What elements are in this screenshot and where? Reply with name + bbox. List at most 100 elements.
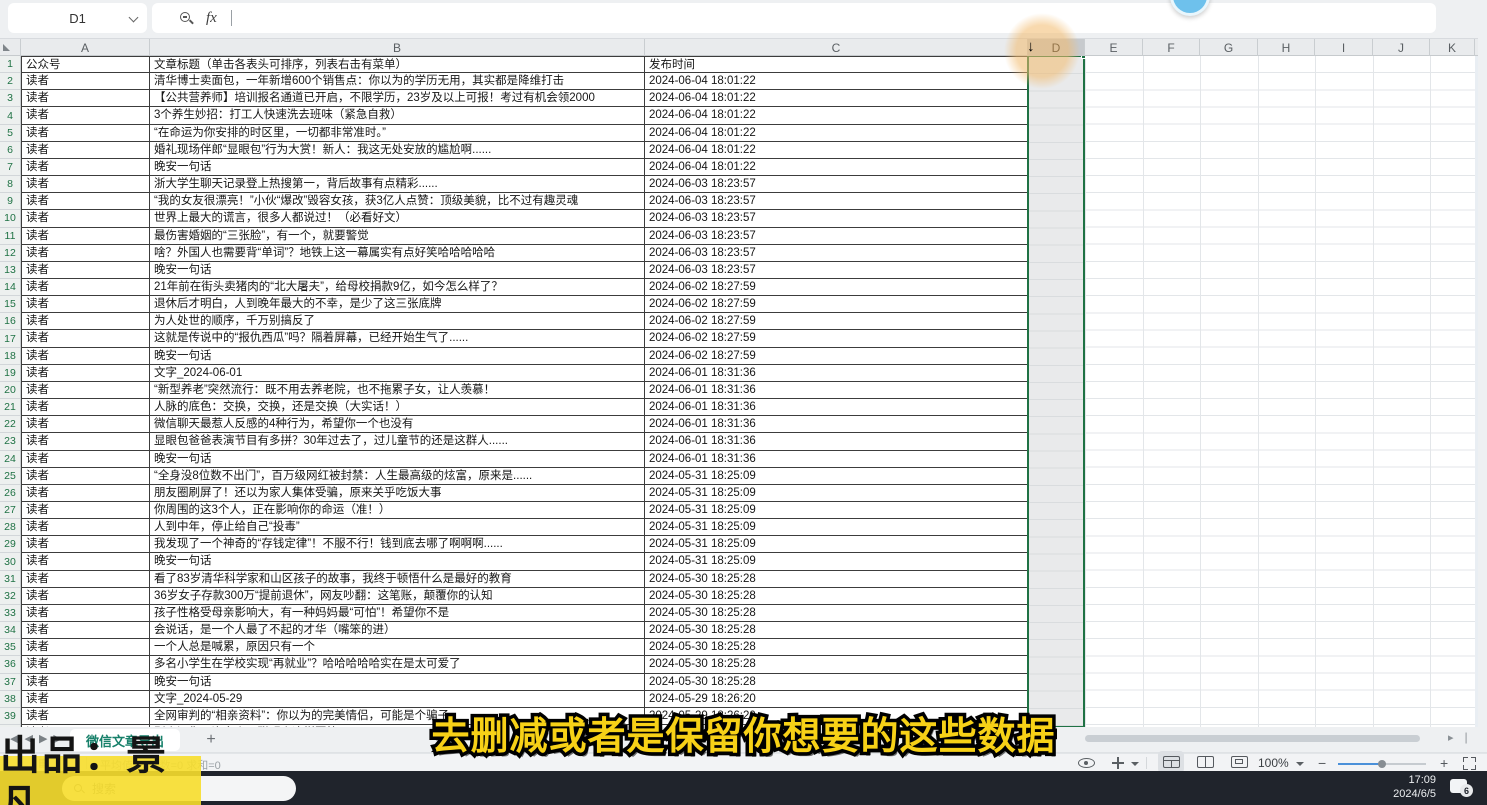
cell-title[interactable]: 晚安一句话 — [150, 553, 645, 570]
row-header-6[interactable]: 6 — [0, 142, 21, 159]
cell-title[interactable]: 多名小学生在学校实现“再就业”？哈哈哈哈哈实在是太可爱了 — [150, 656, 645, 673]
cell-account[interactable]: 读者 — [21, 365, 150, 382]
row-header-16[interactable]: 16 — [0, 313, 21, 330]
cell-title[interactable]: 晚安一句话 — [150, 451, 645, 468]
cell-account[interactable]: 读者 — [21, 571, 150, 588]
search-icon[interactable] — [180, 12, 192, 24]
cell-account[interactable]: 读者 — [21, 279, 150, 296]
cell-publish-time[interactable]: 2024-06-03 18:23:57 — [645, 193, 1028, 210]
cell-account[interactable]: 读者 — [21, 348, 150, 365]
tray-clock[interactable]: 17:09 2024/6/5 — [1378, 774, 1436, 801]
row-header-21[interactable]: 21 — [0, 399, 21, 416]
row-header-29[interactable]: 29 — [0, 536, 21, 553]
reading-mode-eye-icon[interactable] — [1078, 758, 1095, 768]
add-sheet-button[interactable]: + — [200, 729, 222, 751]
column-header-c[interactable]: C — [645, 39, 1028, 56]
column-header-e[interactable]: E — [1085, 39, 1143, 56]
row-header-32[interactable]: 32 — [0, 588, 21, 605]
row-header-15[interactable]: 15 — [0, 296, 21, 313]
cell-title[interactable]: 清华博士卖面包，一年新增600个销售点：你以为的学历无用，其实都是降维打击 — [150, 73, 645, 90]
cell-account[interactable]: 读者 — [21, 536, 150, 553]
cell-publish-time[interactable]: 2024-06-02 18:27:59 — [645, 348, 1028, 365]
cell-account[interactable]: 读者 — [21, 622, 150, 639]
row-header-25[interactable]: 25 — [0, 468, 21, 485]
pan-tool-icon[interactable] — [1112, 757, 1124, 769]
cell-publish-time[interactable]: 2024-05-30 18:25:28 — [645, 656, 1028, 673]
hscroll-arrows[interactable]: ▸❘ — [1448, 731, 1479, 744]
cell-publish-time[interactable]: 2024-06-02 18:27:59 — [645, 313, 1028, 330]
cell-publish-time[interactable]: 2024-05-29 18:26:20 — [645, 708, 1028, 725]
cell-account[interactable]: 读者 — [21, 416, 150, 433]
cell-publish-time[interactable]: 2024-06-03 18:23:57 — [645, 262, 1028, 279]
cell-account[interactable]: 读者 — [21, 262, 150, 279]
cell-title[interactable]: 最伤害婚姻的“三张脸”，有一个，就要警觉 — [150, 228, 645, 245]
column-header-b[interactable]: B — [150, 39, 645, 56]
row-header-26[interactable]: 26 — [0, 485, 21, 502]
row-header-23[interactable]: 23 — [0, 433, 21, 450]
cell-account[interactable]: 读者 — [21, 330, 150, 347]
column-header-d[interactable]: D — [1028, 39, 1085, 56]
row-header-33[interactable]: 33 — [0, 605, 21, 622]
cell-publish-time[interactable]: 2024-05-29 18:26:20 — [645, 691, 1028, 708]
select-all-corner[interactable] — [0, 39, 21, 56]
row-header-3[interactable]: 3 — [0, 90, 21, 107]
formula-bar[interactable]: fx — [152, 3, 1436, 33]
cell-account[interactable]: 读者 — [21, 656, 150, 673]
chevron-down-icon[interactable] — [1131, 762, 1139, 766]
cell-account[interactable]: 读者 — [21, 125, 150, 142]
zoom-level[interactable]: 100% — [1258, 756, 1289, 770]
row-header-30[interactable]: 30 — [0, 553, 21, 570]
chevron-down-icon[interactable] — [1296, 762, 1304, 766]
cell-account[interactable]: 读者 — [21, 502, 150, 519]
vertical-scrollbar[interactable] — [1475, 56, 1478, 727]
row-header-24[interactable]: 24 — [0, 451, 21, 468]
cell-title[interactable]: 退休后才明白，人到晚年最大的不幸，是少了这三张底牌 — [150, 296, 645, 313]
cell-title[interactable]: 你周围的这3个人，正在影响你的命运（准！） — [150, 502, 645, 519]
cell-title[interactable]: “在命运为你安排的时区里，一切都非常准时。” — [150, 125, 645, 142]
cell-publish-time[interactable]: 2024-05-30 18:25:28 — [645, 588, 1028, 605]
vertical-scrollbar-thumb[interactable] — [1478, 84, 1479, 130]
column-header-k[interactable]: K — [1430, 39, 1475, 56]
cell-publish-time[interactable]: 2024-06-01 18:31:36 — [645, 399, 1028, 416]
row-header-31[interactable]: 31 — [0, 571, 21, 588]
notification-center-button[interactable]: 6 — [1450, 779, 1467, 793]
row-header-37[interactable]: 37 — [0, 674, 21, 691]
column-header-h[interactable]: H — [1258, 39, 1315, 56]
cell-title[interactable]: 孩子性格受母亲影响大，有一种妈妈最“可怕”！希望你不是 — [150, 605, 645, 622]
cell-publish-time[interactable]: 2024-06-02 18:27:59 — [645, 296, 1028, 313]
row-header-11[interactable]: 11 — [0, 228, 21, 245]
column-header-a[interactable]: A — [21, 39, 150, 56]
zoom-slider[interactable] — [1338, 763, 1426, 765]
cell-title[interactable]: 微信聊天最惹人反感的4种行为，希望你一个也没有 — [150, 416, 645, 433]
row-header-2[interactable]: 2 — [0, 73, 21, 90]
column-header-i[interactable]: I — [1315, 39, 1373, 56]
cell-title[interactable]: 为人处世的顺序，千万别搞反了 — [150, 313, 645, 330]
zoom-slider-knob[interactable] — [1378, 760, 1386, 768]
cell-publish-time[interactable]: 2024-05-31 18:25:09 — [645, 536, 1028, 553]
cell-publish-time[interactable]: 2024-05-31 18:25:09 — [645, 502, 1028, 519]
cell-title[interactable]: “全身没8位数不出门”，百万级网红被封禁：人生最高级的炫富，原来是...... — [150, 468, 645, 485]
row-header-1[interactable]: 1 — [0, 56, 21, 73]
cell-title[interactable]: 晚安一句话 — [150, 262, 645, 279]
cell-account[interactable]: 读者 — [21, 399, 150, 416]
row-header-20[interactable]: 20 — [0, 382, 21, 399]
row-header-36[interactable]: 36 — [0, 656, 21, 673]
cell-title[interactable]: 人到中年，停止给自己“投毒” — [150, 519, 645, 536]
chevron-down-icon[interactable] — [129, 13, 139, 23]
cell-account[interactable]: 读者 — [21, 176, 150, 193]
cell-account[interactable]: 读者 — [21, 296, 150, 313]
normal-view-button[interactable] — [1158, 751, 1184, 773]
cell-publish-time[interactable]: 2024-06-04 18:01:22 — [645, 90, 1028, 107]
selection-handle[interactable] — [1081, 56, 1086, 59]
zoom-in-button[interactable]: + — [1440, 755, 1448, 771]
cell-publish-time[interactable]: 2024-06-04 18:01:22 — [645, 125, 1028, 142]
cell-title[interactable]: 显眼包爸爸表演节目有多拼？30年过去了，过儿童节的还是这群人...... — [150, 433, 645, 450]
cell-account[interactable]: 读者 — [21, 553, 150, 570]
cell-account[interactable]: 公众号 — [21, 56, 150, 73]
cell-publish-time[interactable]: 2024-06-01 18:31:36 — [645, 382, 1028, 399]
cell-publish-time[interactable]: 2024-06-02 18:27:59 — [645, 330, 1028, 347]
cell-account[interactable]: 读者 — [21, 193, 150, 210]
cell-account[interactable]: 读者 — [21, 485, 150, 502]
row-header-9[interactable]: 9 — [0, 193, 21, 210]
cell-publish-time[interactable]: 2024-06-01 18:31:36 — [645, 365, 1028, 382]
